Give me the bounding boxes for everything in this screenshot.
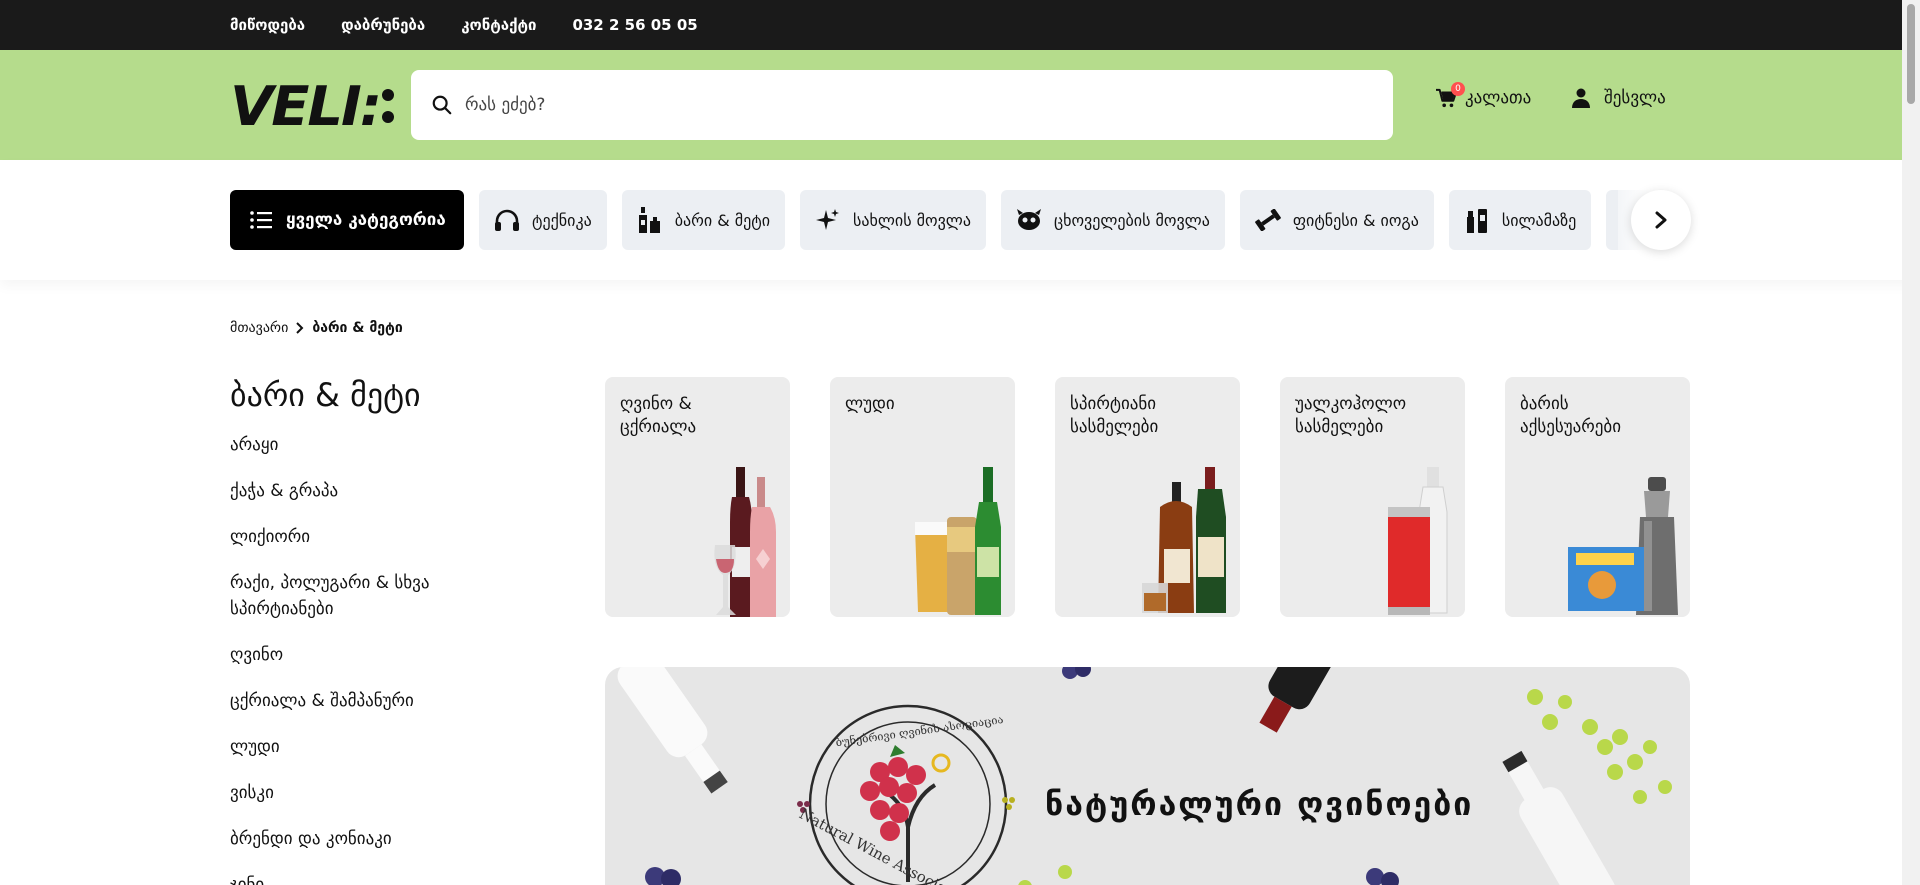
topbar-link-returns[interactable]: დაბრუნება (341, 16, 425, 34)
banner-graphics: Natural Wine Association ბუნებრივი ღვინი… (617, 667, 1672, 885)
subcategory-label: ღვინო & ცქრიალა (620, 394, 697, 437)
sidebar-category-list: არაყი ქაჭა & გრაპა ლიქიორი რაქი, პოლუგარ… (230, 432, 460, 885)
sidebar-item[interactable]: ჯინი (230, 872, 460, 885)
breadcrumb: მთავარი ბარი & მეტი (230, 320, 403, 336)
chevron-right-icon (1655, 211, 1667, 229)
bottles-icon (637, 207, 663, 233)
subcategory-grid: ღვინო & ცქრიალა ლუდი სპირტიანი სასმელები (605, 377, 1690, 617)
scrollbar-thumb[interactable] (1907, 4, 1915, 104)
promo-banner[interactable]: Natural Wine Association ბუნებრივი ღვინი… (605, 667, 1690, 885)
topbar-link-delivery[interactable]: მიწოდება (230, 16, 305, 34)
headphones-icon (494, 207, 520, 233)
page-title: ბარი & მეტი (230, 376, 421, 414)
category-bar: ყველა კატეგორია ტექნიკა ბარი & მეტი სახლ… (0, 160, 1920, 280)
category-tech[interactable]: ტექნიკა (479, 190, 607, 250)
logo[interactable]: VELI: (230, 81, 396, 129)
search-input[interactable] (465, 95, 1365, 115)
cart-count-badge: 0 (1451, 82, 1465, 96)
wine-bottles-image (714, 467, 776, 617)
cart-label: კალათა (1465, 88, 1532, 108)
cart-icon: 0 (1435, 82, 1465, 108)
topbar-phone[interactable]: 032 2 56 05 05 (572, 16, 697, 34)
login-label: შესვლა (1604, 88, 1666, 108)
cart-button[interactable]: 0 კალათა (1435, 82, 1532, 108)
sidebar-item[interactable]: ლუდი (230, 734, 460, 760)
chevron-right-icon (296, 322, 304, 334)
bar-accessories-image (1568, 477, 1678, 615)
login-button[interactable]: შესვლა (1572, 88, 1666, 108)
svg-text:VELI:: VELI: (230, 81, 380, 129)
breadcrumb-home[interactable]: მთავარი (230, 320, 288, 336)
sidebar-item[interactable]: არაყი (230, 432, 460, 458)
category-home-care[interactable]: სახლის მოვლა (800, 190, 986, 250)
subcategory-label: სპირტიანი სასმელები (1070, 394, 1159, 437)
search-icon (432, 95, 452, 115)
logo-mark: VELI: (230, 81, 394, 129)
category-label: სილამაზე (1501, 210, 1577, 230)
subcategory-card-wine[interactable]: ღვინო & ცქრიალა (605, 377, 790, 617)
category-label: ტექნიკა (532, 210, 592, 230)
page-scrollbar[interactable] (1902, 0, 1920, 885)
list-icon (250, 211, 272, 229)
sidebar-item[interactable]: ვისკი (230, 780, 460, 806)
banner-title: ნატურალური ღვინოები (1045, 785, 1474, 823)
sidebar-item[interactable]: ლიქიორი (230, 524, 460, 550)
sidebar-item[interactable]: ღვინო (230, 642, 460, 668)
subcategory-card-soft-drinks[interactable]: უალკოჰოლო სასმელები (1280, 377, 1465, 617)
sidebar-item[interactable]: ქაჭა & გრაპა (230, 478, 460, 504)
spirits-image (1142, 467, 1226, 613)
category-beauty[interactable]: სილამაზე (1448, 190, 1592, 250)
subcategory-label: ლუდი (845, 394, 895, 414)
subcategory-card-spirits[interactable]: სპირტიანი სასმელები (1055, 377, 1240, 617)
sidebar-item[interactable]: ბრენდი და კონიაკი (230, 826, 460, 852)
subcategory-label: ბარის აქსესუარები (1520, 394, 1622, 437)
category-label: სახლის მოვლა (853, 210, 971, 230)
all-categories-label: ყველა კატეგორია (286, 210, 446, 230)
header: VELI: 0 კალათა შესვლა (0, 50, 1920, 160)
category-bar-more[interactable]: ბარი & მეტი (621, 190, 786, 250)
pet-icon (1016, 207, 1042, 233)
sparkle-icon (815, 207, 841, 233)
sidebar-item[interactable]: რაქი, პოლუგარი & სხვა სპირტიანები (230, 570, 460, 622)
soft-drinks-image (1388, 467, 1448, 615)
cosmetics-icon (1464, 207, 1490, 233)
beer-image (915, 467, 1001, 615)
search-box[interactable] (411, 70, 1393, 140)
category-label: ცხოველების მოვლა (1053, 210, 1210, 230)
category-label: ბარი & მეტი (674, 210, 771, 230)
user-icon (1572, 88, 1590, 108)
categories-next-button[interactable] (1631, 190, 1691, 250)
category-fitness[interactable]: ფიტნესი & იოგა (1239, 190, 1434, 250)
subcategory-card-beer[interactable]: ლუდი (830, 377, 1015, 617)
breadcrumb-current: ბარი & მეტი (312, 320, 403, 336)
topbar-link-contact[interactable]: კონტაქტი (461, 16, 536, 34)
category-pet-care[interactable]: ცხოველების მოვლა (1000, 190, 1225, 250)
dumbbell-icon (1254, 207, 1281, 233)
subcategory-card-bar-accessories[interactable]: ბარის აქსესუარები (1505, 377, 1690, 617)
all-categories-button[interactable]: ყველა კატეგორია (230, 190, 464, 250)
subcategory-label: უალკოჰოლო სასმელები (1295, 394, 1407, 437)
sidebar-item[interactable]: ცქრიალა & შამპანური (230, 688, 460, 714)
category-label: ფიტნესი & იოგა (1292, 210, 1419, 230)
top-bar: მიწოდება დაბრუნება კონტაქტი 032 2 56 05 … (0, 0, 1920, 50)
